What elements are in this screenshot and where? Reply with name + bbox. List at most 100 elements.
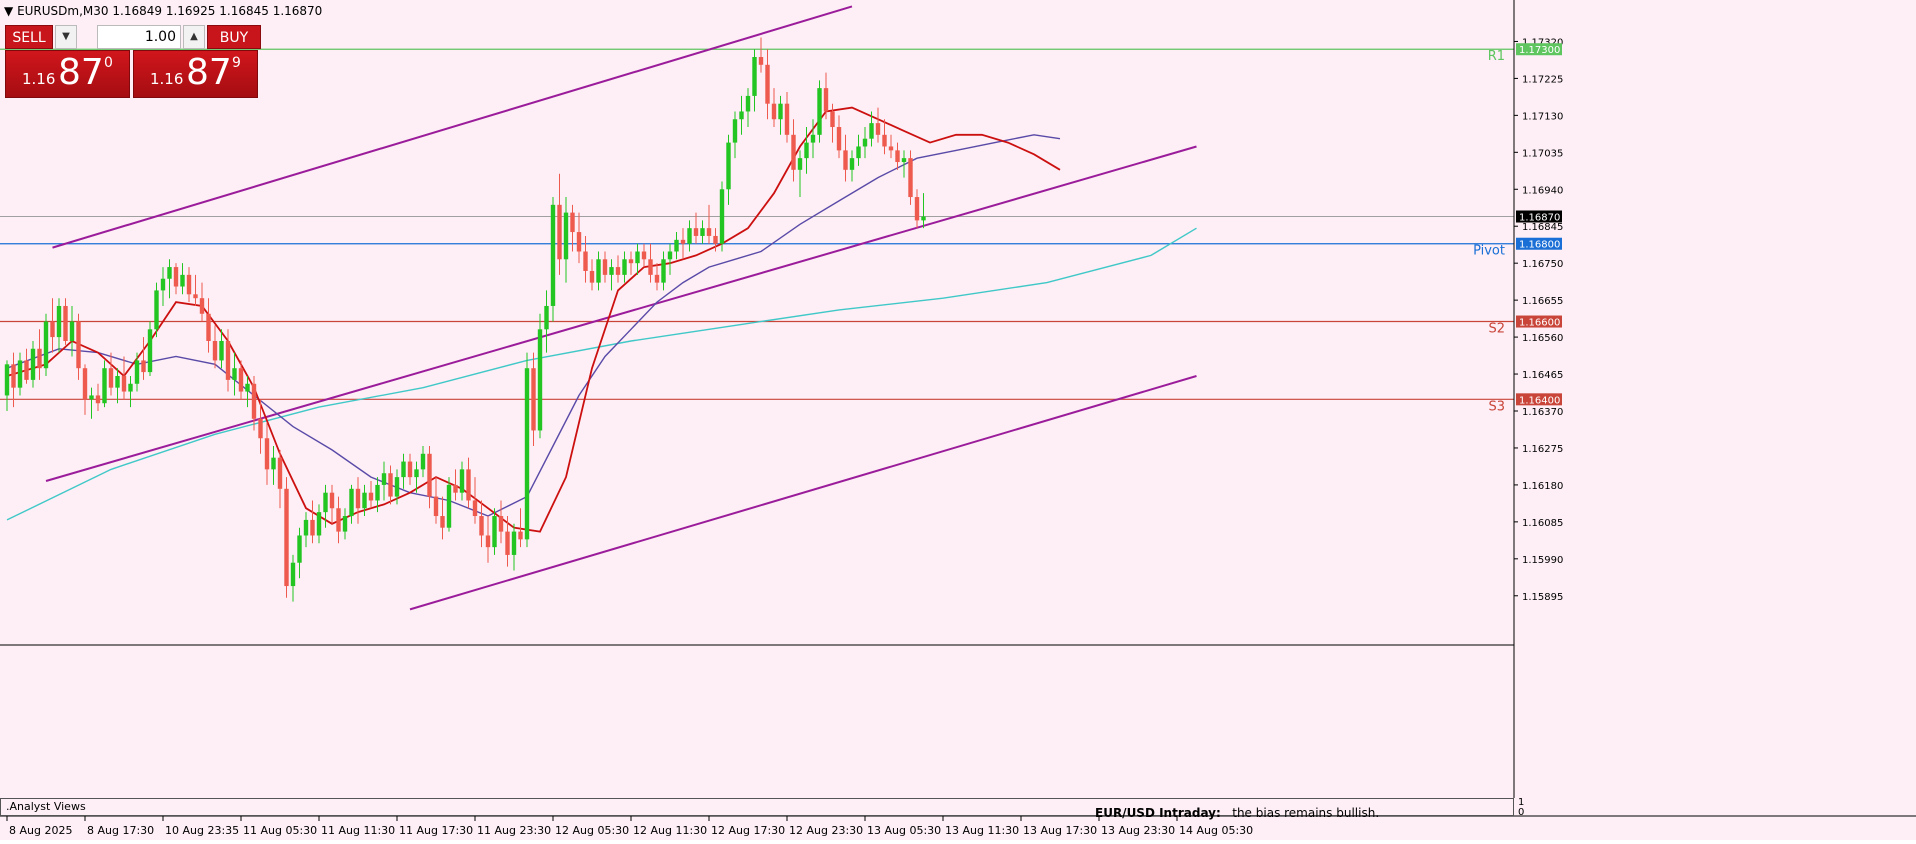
candle-body (856, 146, 861, 159)
chart-window: R1 Pivot S2 S3 1.17320 1.17225 1.17130 1.17035… (0, 0, 1916, 840)
header-arrow-icon[interactable]: ▼ (4, 4, 13, 18)
lot-size-input[interactable] (97, 25, 181, 49)
candle-body (375, 484, 380, 501)
analyst-views-panel: .Analyst Views EUR/USD Intraday: the bia… (0, 798, 1514, 820)
candle-body (687, 228, 692, 244)
candle-body (531, 368, 536, 431)
y-tick-label: 1.16655 (1522, 296, 1563, 307)
candle-body (4, 364, 10, 396)
x-tick-label: 8 Aug 2025 (9, 824, 72, 837)
candle-body (849, 158, 855, 170)
candle-body (290, 562, 296, 587)
level-price-label: 1.16800 (1519, 240, 1560, 251)
candle-body (615, 267, 621, 275)
candle (817, 80, 822, 143)
y-tick-label: 1.16465 (1522, 370, 1563, 381)
candle-body (752, 57, 757, 96)
candle-body (284, 488, 289, 587)
x-tick-label: 11 Aug 23:30 (477, 824, 551, 837)
y-tick-label: 1.15990 (1522, 555, 1563, 566)
candle-body (914, 197, 920, 221)
candle (524, 352, 530, 548)
candle-body (674, 239, 679, 252)
sell-button[interactable]: SELL (5, 25, 53, 49)
candle-body (661, 259, 666, 283)
x-tick-label: 12 Aug 11:30 (633, 824, 707, 837)
candle-body (342, 516, 348, 532)
candle-body (791, 134, 796, 170)
candle-body (303, 519, 309, 536)
buy-button[interactable]: BUY (207, 25, 261, 49)
candle (446, 477, 452, 532)
candle-body (524, 368, 530, 540)
sub-axis-bottom: 0 (1518, 807, 1525, 818)
y-tick-label: 1.16940 (1522, 185, 1563, 196)
lot-increase-button[interactable]: ▲ (183, 25, 205, 49)
candle-body (771, 103, 777, 120)
candle-body (804, 142, 809, 159)
candle-body (95, 395, 101, 404)
analyst-views-label: .Analyst Views (6, 800, 86, 813)
sell-price-fraction: 0 (104, 55, 113, 71)
candle-body (225, 340, 231, 380)
candle-body (401, 461, 406, 478)
candle-body (628, 259, 634, 264)
candle-body (836, 127, 842, 151)
candle-body (693, 228, 699, 236)
candle-body (726, 142, 731, 190)
candle-body (843, 150, 848, 170)
sell-price-pips: 87 (58, 52, 104, 93)
buy-price-box[interactable]: 1.16 87 9 (133, 50, 258, 98)
candle-body (336, 508, 341, 532)
candle-body (511, 531, 517, 555)
candle-body (349, 488, 354, 517)
candle-body (63, 305, 68, 341)
candle-body (108, 368, 114, 388)
y-tick-label: 1.16750 (1522, 259, 1563, 270)
candle-body (323, 492, 328, 513)
sell-price-box[interactable]: 1.16 87 0 (5, 50, 130, 98)
candle-body (206, 313, 211, 341)
level-name-pivot: Pivot (1473, 244, 1505, 259)
candle-body (407, 461, 413, 478)
candle-body (537, 329, 543, 431)
candle-body (576, 232, 582, 252)
candle-body (810, 134, 816, 143)
x-tick-label: 8 Aug 17:30 (87, 824, 154, 837)
candle-body (719, 189, 725, 244)
candle-body (167, 267, 172, 279)
candle-body (765, 64, 770, 104)
candle-body (271, 457, 276, 470)
candle-body (420, 453, 426, 470)
candle-body (238, 368, 244, 392)
candle-body (648, 259, 653, 275)
candle-body (921, 216, 926, 221)
candle-body (485, 535, 491, 548)
candle-body (24, 360, 29, 380)
candle-body (180, 274, 185, 287)
candle-body (30, 348, 36, 380)
candle-body (115, 375, 120, 388)
candle-body (667, 251, 673, 260)
y-tick-label: 1.16275 (1522, 444, 1563, 455)
sub-window-axis: 1 0 (1518, 798, 1524, 818)
candle-body (466, 469, 471, 501)
candle-body (602, 259, 608, 275)
x-tick-label: 13 Aug 23:30 (1101, 824, 1175, 837)
candle-body (310, 519, 315, 536)
lot-decrease-button[interactable]: ▼ (55, 25, 77, 49)
candle-body (882, 134, 887, 147)
candle-body (869, 123, 874, 139)
candle-body (895, 150, 900, 163)
analyst-views-text: EUR/USD Intraday: the bias remains bulli… (1095, 806, 1379, 820)
chevron-down-icon: ▼ (62, 31, 70, 42)
candle-body (134, 360, 140, 384)
candle-body (732, 119, 738, 143)
price-chart[interactable]: R1PivotS2S3 1.173201.172251.171301.17035… (0, 0, 1916, 840)
candle-body (199, 298, 205, 314)
candle-body (69, 321, 75, 341)
ohlc-values: 1.16849 1.16925 1.16845 1.16870 (112, 4, 323, 18)
candle (908, 150, 913, 205)
candle-body (498, 516, 504, 532)
x-tick-label: 12 Aug 23:30 (789, 824, 863, 837)
